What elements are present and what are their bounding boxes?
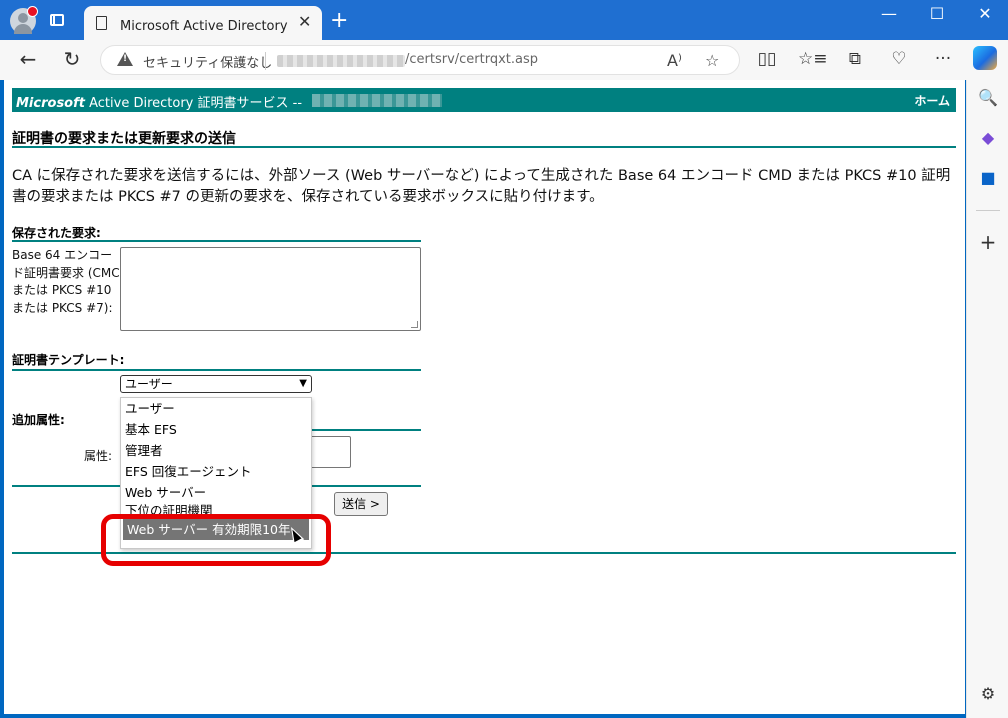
template-selected-value: ユーザー — [125, 377, 173, 391]
address-bar[interactable]: セキュリティ保護なし /certsrv/certrqxt.asp A⁾ ☆ — [100, 45, 740, 75]
warning-icon[interactable] — [117, 52, 133, 66]
template-heading: 証明書テンプレート: — [12, 353, 125, 367]
tab-title: Microsoft Active Directory 証明書 — [120, 19, 290, 34]
edge-sidebar: 🔍 ◆ ■ + ⚙ — [966, 80, 1008, 718]
tab-close-icon[interactable]: ✕ — [298, 12, 311, 31]
saved-request-heading: 保存された要求: — [12, 226, 101, 240]
template-select[interactable]: ユーザー ▼ — [120, 375, 312, 393]
url-separator — [265, 52, 266, 70]
favorite-star-icon[interactable]: ☆ — [705, 51, 719, 70]
page-icon — [96, 16, 107, 30]
settings-gear-icon[interactable]: ⚙ — [975, 684, 1001, 710]
url-path[interactable]: /certsrv/certrqxt.asp — [405, 52, 538, 67]
favorites-icon[interactable]: ☆≡ — [798, 49, 827, 69]
template-option[interactable]: 管理者 — [121, 440, 311, 461]
minimize-button[interactable]: — — [866, 4, 912, 23]
home-link[interactable]: ホーム — [914, 92, 950, 109]
browser-essentials-icon[interactable]: ♡ — [886, 49, 912, 69]
url-host-redacted — [277, 55, 405, 67]
navigation-bar: ← ↻ セキュリティ保護なし /certsrv/certrqxt.asp A⁾ … — [0, 40, 1008, 80]
server-name-redacted — [312, 94, 442, 107]
m365-icon[interactable]: ◆ — [975, 128, 1001, 154]
certsrv-header-bar: Microsoft Active Directory 証明書サービス -- ホー… — [12, 88, 956, 112]
window-close-button[interactable]: ✕ — [962, 4, 1008, 23]
tab-active[interactable]: Microsoft Active Directory 証明書 ✕ — [84, 6, 322, 40]
title-divider — [12, 146, 956, 148]
tab-actions-icon[interactable] — [50, 14, 64, 26]
refresh-button[interactable]: ↻ — [58, 48, 86, 70]
copilot-icon[interactable] — [973, 46, 997, 70]
sidebar-divider — [976, 210, 1000, 211]
tab-strip: Microsoft Active Directory 証明書 ✕ + — ☐ ✕ — [0, 0, 1008, 40]
new-tab-button[interactable]: + — [330, 8, 348, 33]
read-aloud-icon[interactable]: A⁾ — [667, 51, 682, 70]
page-description: CA に保存された要求を送信するには、外部ソース (Web サーバーなど) によ… — [12, 168, 951, 205]
back-button[interactable]: ← — [14, 48, 42, 70]
search-icon[interactable]: 🔍 — [975, 88, 1001, 114]
add-sidebar-icon[interactable]: + — [975, 230, 1001, 256]
saved-request-textarea[interactable] — [120, 247, 421, 331]
template-divider — [12, 369, 421, 371]
security-label[interactable]: セキュリティ保護なし — [143, 52, 272, 71]
chevron-down-icon: ▼ — [299, 378, 307, 389]
outlook-icon[interactable]: ■ — [975, 168, 1001, 194]
page-title: 証明書の要求または更新要求の送信 — [12, 131, 236, 147]
template-option[interactable]: ユーザー — [121, 398, 311, 419]
additional-attributes-heading: 追加属性: — [12, 413, 65, 427]
split-screen-icon[interactable]: ▯▯ — [754, 49, 780, 69]
more-menu-icon[interactable]: ··· — [930, 49, 956, 69]
template-option[interactable]: Web サーバー — [121, 482, 311, 503]
saved-request-divider — [12, 240, 421, 242]
additional-divider — [312, 429, 421, 431]
template-option[interactable]: EFS 回復エージェント — [121, 461, 311, 482]
page-content: Microsoft Active Directory 証明書サービス -- ホー… — [4, 80, 965, 714]
template-option[interactable]: 基本 EFS — [121, 419, 311, 440]
attribute-label: 属性: — [84, 449, 113, 463]
header-title: Microsoft Active Directory 証明書サービス -- — [16, 96, 303, 111]
saved-request-label: Base 64 エンコード証明書要求 (CMC または PKCS #10 または… — [12, 248, 120, 315]
maximize-button[interactable]: ☐ — [914, 4, 960, 23]
collections-icon[interactable]: ⧉ — [842, 49, 868, 69]
submit-button[interactable]: 送信 > — [334, 492, 388, 516]
profile-avatar-icon[interactable] — [10, 6, 38, 34]
